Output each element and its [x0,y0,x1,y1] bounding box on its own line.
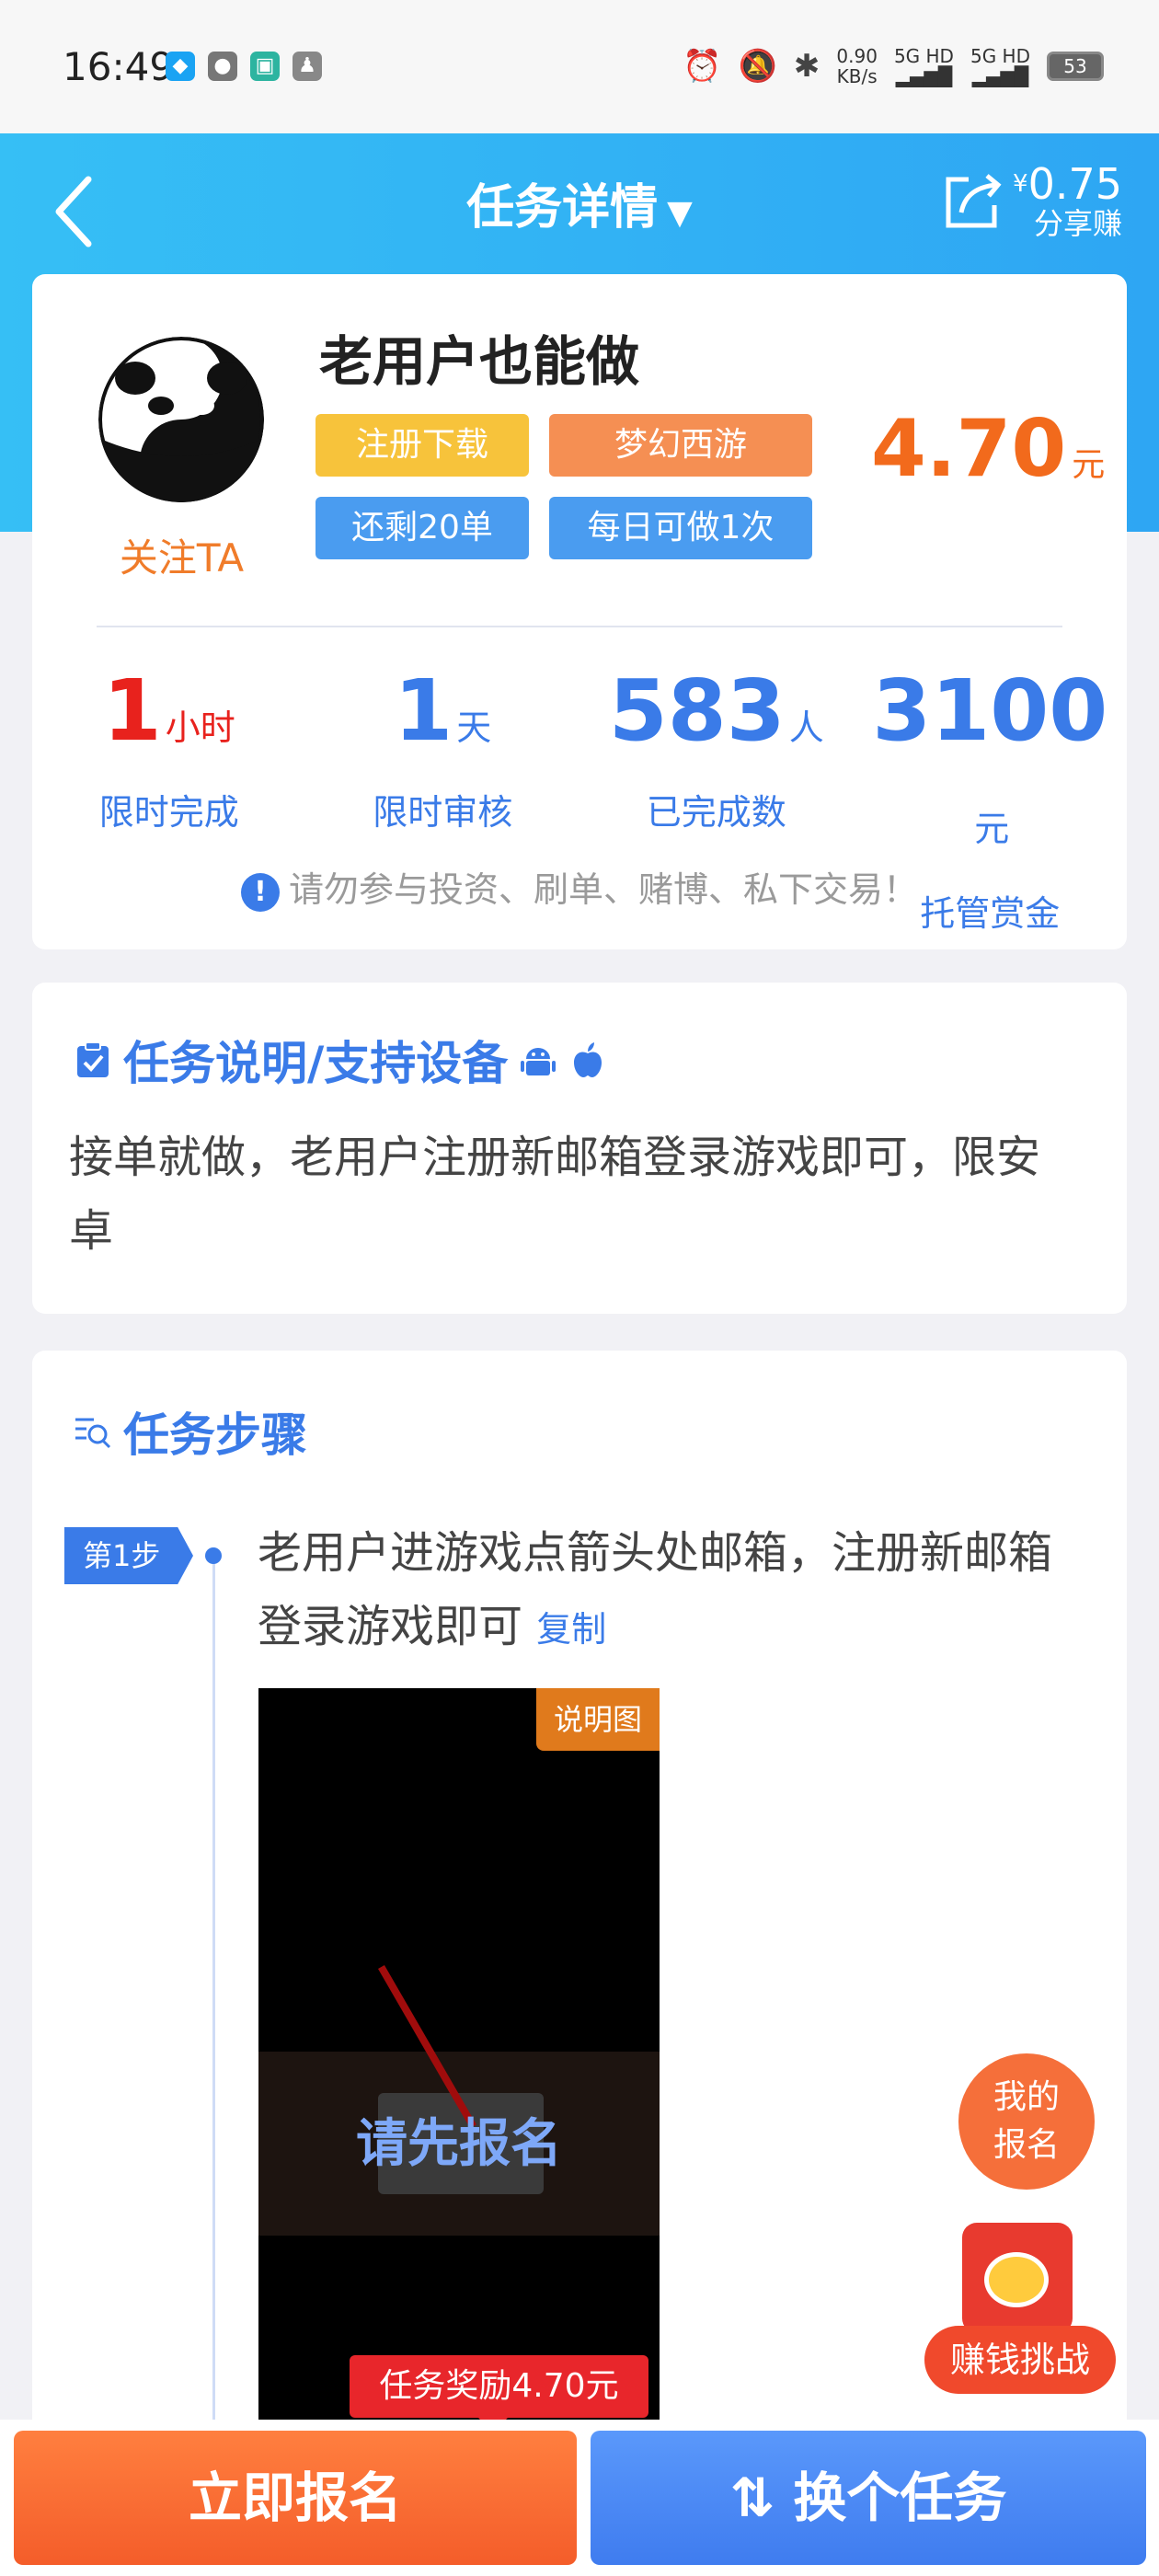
bluetooth-icon: ✱ [793,48,820,85]
task-summary-card: 关注TA 老用户也能做 注册下载 梦幻西游 还剩20单 每日可做1次 4.70 元… [32,274,1127,949]
bottom-action-bar: 立即报名 ⇅ 换个任务 [0,2420,1159,2576]
mute-icon: 🔕 [738,48,777,85]
signup-first-overlay: 请先报名 [356,2114,562,2174]
description-heading: 任务说明/支持设备 [74,1027,607,1093]
dropdown-caret-icon: ▼ [667,194,693,232]
share-amount: ¥0.75 [1013,159,1122,209]
tag-category: 注册下载 [316,414,529,477]
battery-icon: 53 [1047,52,1104,81]
tag-daily-limit: 每日可做1次 [549,497,812,559]
net-speed: 0.90 KB/s [836,45,878,87]
illustration-tag: 说明图 [536,1688,660,1751]
step-badge: 第1步 [64,1527,193,1584]
switch-task-button[interactable]: ⇅ 换个任务 [591,2431,1146,2565]
copy-button[interactable]: 复制 [536,1609,606,1650]
timeline-line [212,1564,215,2438]
exclamation-icon: ! [240,872,280,912]
tag-game: 梦幻西游 [549,414,812,477]
task-title: 老用户也能做 [319,330,640,393]
signal-bars-icon: ▂▄▆█ [895,65,953,87]
task-description-card: 任务说明/支持设备 接单就做，老用户注册新邮箱登录游戏即可，限安卓 [32,983,1127,1314]
follow-button[interactable]: 关注TA [83,527,281,583]
share-label: 分享赚 [1033,206,1122,241]
share-icon [946,174,1002,228]
avatar[interactable] [98,337,264,502]
app-icon: ▣ [250,52,280,81]
warning-notice: ! 请勿参与投资、刷单、赌博、私下交易！ [32,861,1127,912]
clipboard-icon [77,1041,109,1077]
apple-icon [574,1042,602,1077]
step-text: 老用户进游戏点箭头处邮箱，注册新邮箱登录游戏即可 复制 [258,1527,1053,1652]
coin-icon [984,2252,1049,2307]
tag-remaining: 还剩20单 [316,497,529,559]
red-packet-icon[interactable] [962,2223,1073,2333]
reward-tooltip: 任务奖励4.70元 [350,2355,648,2432]
status-time: 16:49 [63,44,175,89]
signal-2: 5G HD ▂▄▆█ [970,45,1030,87]
description-text: 接单就做，老用户注册新邮箱登录游戏即可，限安卓 [69,1132,1041,1257]
signal-1: 5G HD ▂▄▆█ [893,45,954,87]
status-right: ⏰ 🔕 ✱ 0.90 KB/s 5G HD ▂▄▆█ 5G HD ▂▄▆█ 53 [683,46,1104,86]
step-illustration[interactable]: 说明图 请先报名 [258,1688,660,2436]
divider [97,626,1062,627]
notification-icons: ◆ ● ▣ ♟ [166,52,322,81]
alarm-icon: ⏰ [683,48,722,85]
earn-challenge-button[interactable]: 赚钱挑战 [924,2326,1116,2394]
wechat-icon: ● [208,52,237,81]
swap-icon: ⇅ [729,2467,775,2529]
share-button[interactable]: ¥0.75 分享赚 [941,161,1122,240]
steps-heading: 任务步骤 [74,1398,307,1465]
my-signup-button[interactable]: 我的 报名 [958,2053,1095,2190]
person-icon: ♟ [293,52,322,81]
search-list-icon [75,1418,111,1449]
status-bar: 16:49 ◆ ● ▣ ♟ ⏰ 🔕 ✱ 0.90 KB/s 5G HD ▂▄▆█… [0,0,1159,133]
task-price: 4.70 元 [871,403,1106,495]
android-icon [521,1048,557,1075]
timeline-dot [205,1547,222,1564]
signal-bars-icon: ▂▄▆█ [971,65,1029,87]
qq-icon: ◆ [166,52,195,81]
signup-button[interactable]: 立即报名 [14,2431,577,2565]
